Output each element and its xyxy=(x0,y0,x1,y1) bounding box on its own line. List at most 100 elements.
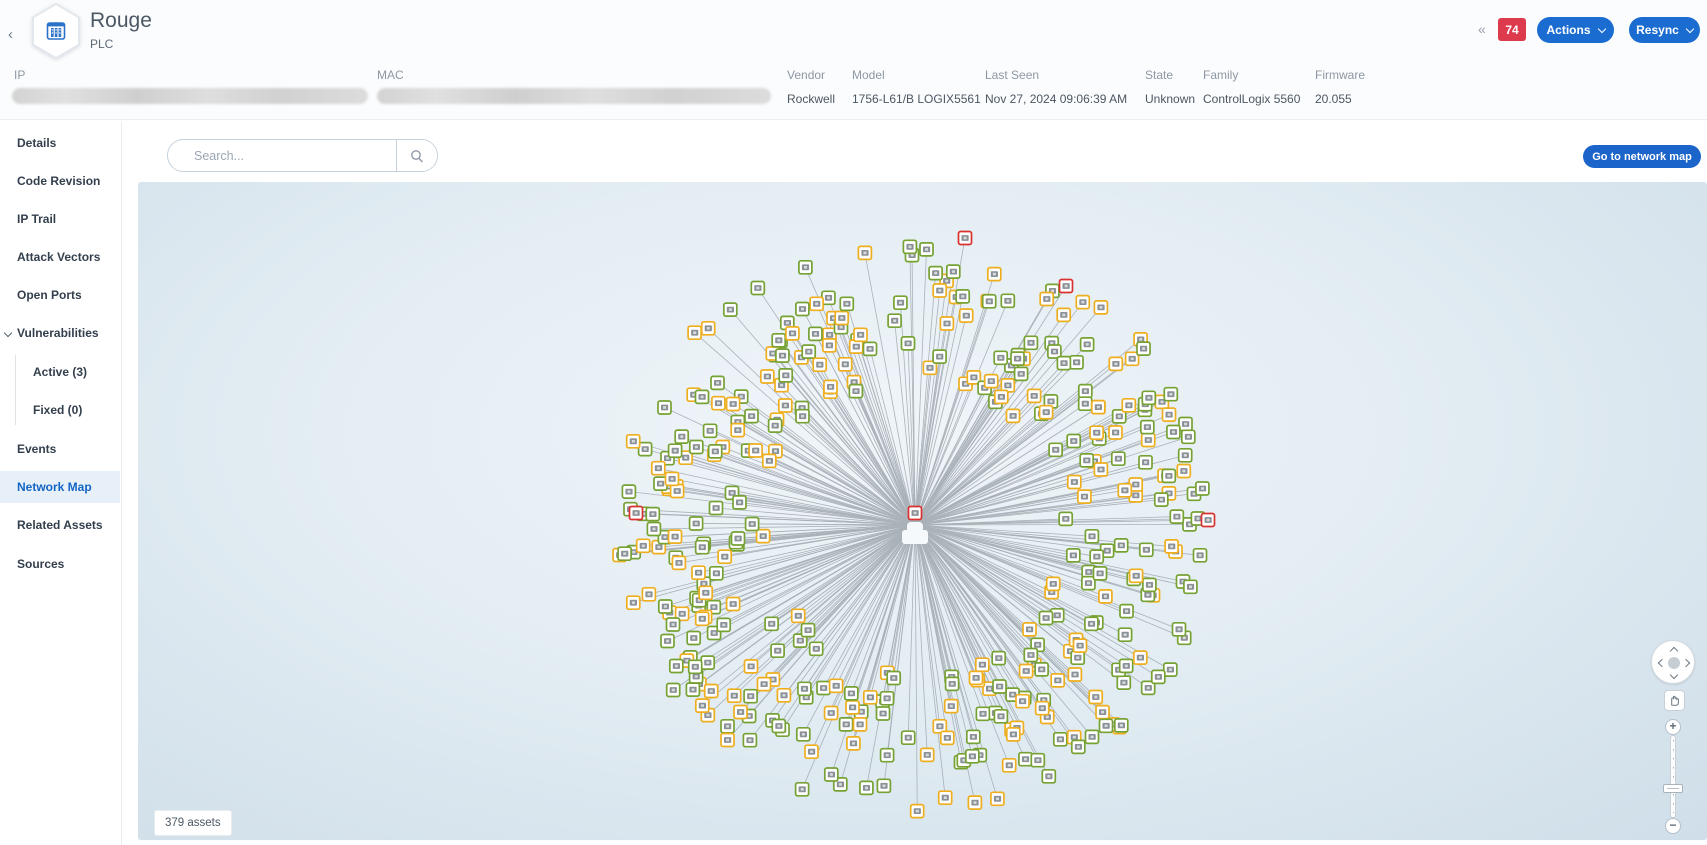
asset-node[interactable] xyxy=(718,550,731,563)
asset-node[interactable] xyxy=(941,731,954,744)
asset-node[interactable] xyxy=(813,358,826,371)
asset-node[interactable] xyxy=(849,385,862,398)
asset-node[interactable] xyxy=(744,690,757,703)
asset-node[interactable] xyxy=(667,618,680,631)
asset-node[interactable] xyxy=(1040,293,1053,306)
asset-node[interactable] xyxy=(864,342,877,355)
asset-node[interactable] xyxy=(854,718,867,731)
asset-node[interactable] xyxy=(902,337,915,350)
asset-node[interactable] xyxy=(1112,452,1125,465)
asset-node[interactable] xyxy=(983,295,996,308)
asset-node[interactable] xyxy=(1118,484,1131,497)
asset-node[interactable] xyxy=(946,677,959,690)
asset-node[interactable] xyxy=(772,334,785,347)
asset-node[interactable] xyxy=(1003,759,1016,772)
asset-node[interactable] xyxy=(745,410,758,423)
asset-node[interactable] xyxy=(1152,670,1165,683)
asset-node[interactable] xyxy=(751,282,764,295)
go-to-network-map-button[interactable]: Go to network map xyxy=(1583,145,1701,168)
asset-node[interactable] xyxy=(940,317,953,330)
back-icon[interactable]: ‹ xyxy=(8,26,13,43)
asset-node[interactable] xyxy=(1163,408,1176,421)
asset-node[interactable] xyxy=(1115,539,1128,552)
asset-node[interactable] xyxy=(721,720,734,733)
asset-node[interactable] xyxy=(1060,280,1073,293)
asset-node[interactable] xyxy=(765,617,778,630)
resync-button[interactable]: Resync xyxy=(1629,17,1700,43)
asset-node[interactable] xyxy=(724,303,737,316)
asset-node[interactable] xyxy=(1051,674,1064,687)
asset-node[interactable] xyxy=(1109,426,1122,439)
asset-node[interactable] xyxy=(757,530,770,543)
asset-node[interactable] xyxy=(1015,367,1028,380)
sidebar-item-network-map[interactable]: Network Map xyxy=(0,471,120,503)
asset-node[interactable] xyxy=(675,430,688,443)
asset-node[interactable] xyxy=(835,312,848,325)
asset-node[interactable] xyxy=(769,419,782,432)
asset-node[interactable] xyxy=(687,632,700,645)
asset-node[interactable] xyxy=(970,671,983,684)
asset-node[interactable] xyxy=(710,502,723,515)
asset-node[interactable] xyxy=(825,707,838,720)
asset-node[interactable] xyxy=(690,517,703,530)
asset-node[interactable] xyxy=(669,530,682,543)
asset-node[interactable] xyxy=(1024,649,1037,662)
asset-node[interactable] xyxy=(994,351,1007,364)
asset-node[interactable] xyxy=(995,390,1008,403)
asset-node[interactable] xyxy=(1140,543,1153,556)
asset-node[interactable] xyxy=(1165,540,1178,553)
asset-node[interactable] xyxy=(1139,456,1152,469)
asset-node[interactable] xyxy=(1090,550,1103,563)
asset-node[interactable] xyxy=(689,660,702,673)
asset-node[interactable] xyxy=(920,243,933,256)
asset-node[interactable] xyxy=(945,700,958,713)
asset-node[interactable] xyxy=(1049,443,1062,456)
asset-node[interactable] xyxy=(1054,733,1067,746)
asset-node[interactable] xyxy=(630,507,643,520)
sidebar-item-attack-vectors[interactable]: Attack Vectors xyxy=(0,245,120,269)
asset-node[interactable] xyxy=(658,401,671,414)
asset-node[interactable] xyxy=(992,652,1005,665)
asset-node[interactable] xyxy=(840,297,853,310)
asset-node[interactable] xyxy=(1094,463,1107,476)
asset-node[interactable] xyxy=(993,680,1006,693)
asset-node[interactable] xyxy=(797,728,810,741)
asset-node[interactable] xyxy=(728,689,741,702)
asset-node[interactable] xyxy=(1040,612,1053,625)
asset-node[interactable] xyxy=(824,380,837,393)
asset-node[interactable] xyxy=(670,660,683,673)
asset-node[interactable] xyxy=(1130,569,1143,582)
asset-node[interactable] xyxy=(802,624,815,637)
asset-node[interactable] xyxy=(731,424,744,437)
asset-node[interactable] xyxy=(796,783,809,796)
asset-node[interactable] xyxy=(1059,512,1072,525)
asset-node[interactable] xyxy=(734,706,747,719)
asset-node[interactable] xyxy=(1164,388,1177,401)
asset-node[interactable] xyxy=(1079,397,1092,410)
asset-node[interactable] xyxy=(840,718,853,731)
asset-node[interactable] xyxy=(888,314,901,327)
asset-node[interactable] xyxy=(1122,399,1135,412)
asset-node[interactable] xyxy=(1096,706,1109,719)
search-button[interactable] xyxy=(397,140,437,171)
asset-node[interactable] xyxy=(792,609,805,622)
asset-node[interactable] xyxy=(845,687,858,700)
asset-node[interactable] xyxy=(1023,623,1036,636)
sidebar-item-code-revision[interactable]: Code Revision xyxy=(0,169,120,193)
zoom-in-button[interactable]: + xyxy=(1665,719,1681,735)
asset-node[interactable] xyxy=(1019,753,1032,766)
asset-node[interactable] xyxy=(1085,530,1098,543)
asset-node[interactable] xyxy=(805,745,818,758)
asset-node[interactable] xyxy=(1067,549,1080,562)
pan-left-icon[interactable] xyxy=(1658,659,1666,667)
zoom-out-button[interactable]: − xyxy=(1665,818,1681,834)
asset-node[interactable] xyxy=(1100,719,1113,732)
asset-node[interactable] xyxy=(705,685,718,698)
asset-node[interactable] xyxy=(1134,651,1147,664)
asset-node[interactable] xyxy=(1068,476,1081,489)
asset-node[interactable] xyxy=(666,472,679,485)
asset-node[interactable] xyxy=(1001,294,1014,307)
asset-node[interactable] xyxy=(1007,409,1020,422)
asset-node[interactable] xyxy=(1155,493,1168,506)
asset-node[interactable] xyxy=(1020,665,1033,678)
